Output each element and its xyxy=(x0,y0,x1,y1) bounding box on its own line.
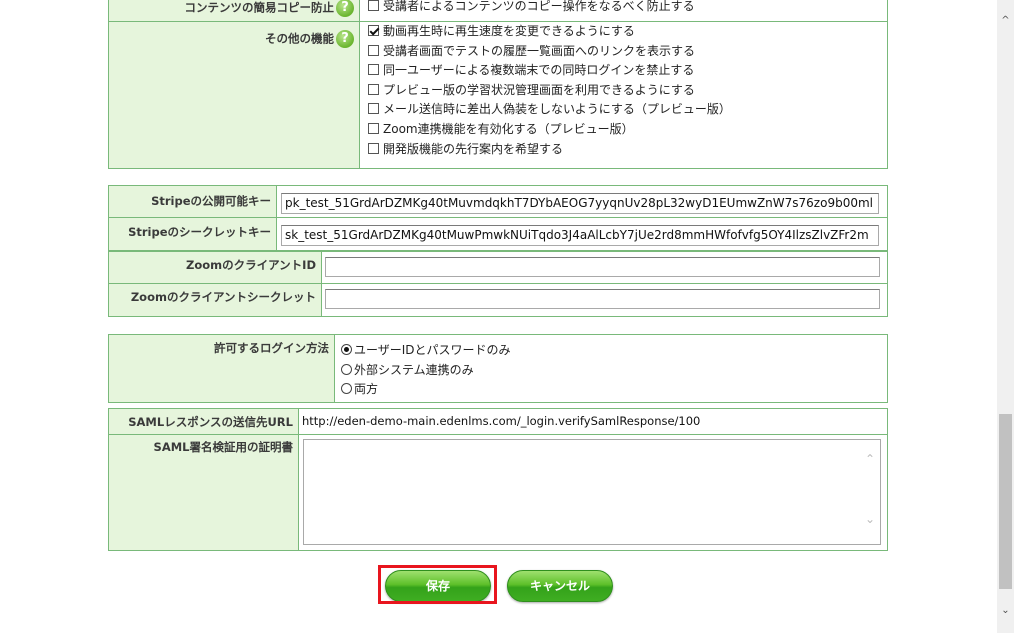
zoom-client-secret-input[interactable] xyxy=(325,289,880,309)
stripe-public-key-input[interactable]: pk_test_51GrdArDZMKg40tMuvmdqkhT7DYbAEOG… xyxy=(281,193,879,214)
saml-cert-value-cell: ⌃ ⌄ xyxy=(299,435,887,550)
feature-checkbox[interactable] xyxy=(368,103,379,115)
feature-checkbox[interactable] xyxy=(368,142,379,154)
save-button-highlight xyxy=(378,565,497,604)
feature-label: プレビュー版の学習状況管理画面を利用できるようにする xyxy=(383,82,695,97)
other-features-options: 動画再生時に再生速度を変更できるようにする受講者画面でテストの履歴一覧画面へのリ… xyxy=(360,22,887,168)
other-feature-option[interactable]: 動画再生時に再生速度を変更できるようにする xyxy=(368,22,635,41)
other-feature-option[interactable]: 開発版機能の先行案内を希望する xyxy=(368,140,563,159)
other-features-row: その他の機能? 動画再生時に再生速度を変更できるようにする受講者画面でテストの履… xyxy=(109,22,887,168)
login-method-option[interactable]: ユーザーIDとパスワードのみ xyxy=(341,341,511,360)
feature-checkbox[interactable] xyxy=(368,25,379,36)
stripe-public-label: Stripeの公開可能キー xyxy=(151,194,271,208)
stripe-public-row: Stripeの公開可能キー pk_test_51GrdArDZMKg40tMuv… xyxy=(109,186,887,217)
saml-url-label-cell: SAMLレスポンスの送信先URL xyxy=(109,409,299,434)
login-method-option-label: 外部システム連携のみ xyxy=(354,362,474,377)
zoom-client-id-row: ZoomのクライアントID xyxy=(109,252,887,283)
saml-url-value-cell: http://eden-demo-main.edenlms.com/_login… xyxy=(299,409,887,434)
feature-label: 受講者画面でテストの履歴一覧画面へのリンクを表示する xyxy=(383,43,696,58)
zoom-client-id-value-cell xyxy=(322,252,887,283)
saml-cert-label-cell: SAML署名検証用の証明書 xyxy=(109,435,299,550)
login-method-radio[interactable] xyxy=(341,363,352,375)
login-method-option-label: 両方 xyxy=(354,382,379,396)
other-feature-option[interactable]: 受講者画面でテストの履歴一覧画面へのリンクを表示する xyxy=(368,42,695,61)
page-scrollbar[interactable]: ^ ⌄ xyxy=(997,0,1014,633)
saml-cert-label: SAML署名検証用の証明書 xyxy=(153,440,293,454)
feature-label: メール送信時に差出人偽装をしないようにする（プレビュー版） xyxy=(383,102,731,117)
zoom-client-secret-row: Zoomのクライアントシークレット xyxy=(109,284,887,316)
scroll-up-arrow-icon[interactable]: ^ xyxy=(997,12,1014,29)
stripe-public-label-cell: Stripeの公開可能キー xyxy=(109,186,277,217)
stripe-public-value-cell: pk_test_51GrdArDZMKg40tMuvmdqkhT7DYbAEOG… xyxy=(277,186,887,217)
textarea-scrollbar[interactable]: ⌃ ⌄ xyxy=(863,440,880,544)
login-method-label-cell: 許可するログイン方法 xyxy=(109,335,335,402)
saml-url-value: http://eden-demo-main.edenlms.com/_login… xyxy=(302,414,701,428)
login-method-radio[interactable] xyxy=(341,383,352,394)
zoom-client-secret-label-cell: Zoomのクライアントシークレット xyxy=(109,284,322,316)
api-keys-table: Stripeの公開可能キー pk_test_51GrdArDZMKg40tMuv… xyxy=(108,185,888,317)
copy-prevent-option[interactable]: 受講者によるコンテンツのコピー操作をなるべく防止する xyxy=(368,0,695,16)
login-method-table: 許可するログイン方法 ユーザーIDとパスワードのみ 外部システム連携のみ 両方 xyxy=(108,334,888,403)
stripe-secret-value-cell: sk_test_51GrdArDZMKg40tMuwPmwkNUiTqdo3J4… xyxy=(277,218,887,250)
login-method-options: ユーザーIDとパスワードのみ 外部システム連携のみ 両方 xyxy=(335,335,887,402)
other-feature-option[interactable]: メール送信時に差出人偽装をしないようにする（プレビュー版） xyxy=(368,100,731,119)
other-features-label-cell: その他の機能? xyxy=(109,22,360,168)
feature-checkbox[interactable] xyxy=(368,64,379,76)
stripe-secret-key-input[interactable]: sk_test_51GrdArDZMKg40tMuwPmwkNUiTqdo3J4… xyxy=(281,225,879,246)
stripe-secret-label-cell: Stripeのシークレットキー xyxy=(109,218,277,250)
copy-prevent-row: コンテンツの簡易コピー防止? 受講者によるコンテンツのコピー操作をなるべく防止す… xyxy=(109,0,887,22)
saml-cert-row: SAML署名検証用の証明書 ⌃ ⌄ xyxy=(109,435,887,550)
feature-label: 開発版機能の先行案内を希望する xyxy=(383,141,564,156)
cancel-button[interactable]: キャンセル xyxy=(507,570,613,602)
other-feature-option[interactable]: Zoom連携機能を有効化する（プレビュー版） xyxy=(368,120,634,139)
copy-prevent-value-cell: 受講者によるコンテンツのコピー操作をなるべく防止する xyxy=(360,0,887,22)
login-method-option[interactable]: 両方 xyxy=(341,380,378,399)
scroll-down-arrow-icon[interactable]: ⌄ xyxy=(997,602,1014,619)
zoom-client-id-input[interactable] xyxy=(325,257,880,277)
feature-settings-table: コンテンツの簡易コピー防止? 受講者によるコンテンツのコピー操作をなるべく防止す… xyxy=(108,0,888,169)
feature-label: 動画再生時に再生速度を変更できるようにする xyxy=(383,24,635,38)
zoom-client-id-label-cell: ZoomのクライアントID xyxy=(109,252,322,283)
copy-prevent-label: コンテンツの簡易コピー防止 xyxy=(184,0,335,15)
feature-checkbox[interactable] xyxy=(368,123,379,134)
login-method-option-label: ユーザーIDとパスワードのみ xyxy=(354,343,511,357)
scroll-down-icon[interactable]: ⌄ xyxy=(865,512,875,526)
copy-prevent-option-label: 受講者によるコンテンツのコピー操作をなるべく防止する xyxy=(383,0,695,13)
login-method-option[interactable]: 外部システム連携のみ xyxy=(341,361,474,380)
other-features-label: その他の機能 xyxy=(265,31,334,46)
zoom-client-id-label: ZoomのクライアントID xyxy=(186,258,316,272)
feature-label: 同一ユーザーによる複数端末での同時ログインを禁止する xyxy=(383,63,695,78)
scrollbar-thumb[interactable] xyxy=(999,414,1012,589)
saml-url-row: SAMLレスポンスの送信先URL http://eden-demo-main.e… xyxy=(109,409,887,434)
zoom-client-secret-value-cell xyxy=(322,284,887,316)
help-icon[interactable]: ? xyxy=(336,30,354,48)
copy-prevent-checkbox[interactable] xyxy=(368,0,379,11)
saml-url-label: SAMLレスポンスの送信先URL xyxy=(128,415,293,429)
stripe-secret-label: Stripeのシークレットキー xyxy=(128,225,271,239)
other-feature-option[interactable]: 同一ユーザーによる複数端末での同時ログインを禁止する xyxy=(368,61,694,80)
login-method-label: 許可するログイン方法 xyxy=(214,341,329,355)
stripe-secret-row: Stripeのシークレットキー sk_test_51GrdArDZMKg40tM… xyxy=(109,218,887,250)
feature-checkbox[interactable] xyxy=(368,44,379,56)
feature-checkbox[interactable] xyxy=(368,83,379,95)
scroll-up-icon[interactable]: ⌃ xyxy=(865,452,875,466)
saml-settings-table: SAMLレスポンスの送信先URL http://eden-demo-main.e… xyxy=(108,408,888,551)
login-method-radio[interactable] xyxy=(341,344,352,355)
feature-label: Zoom連携機能を有効化する（プレビュー版） xyxy=(383,122,634,136)
saml-cert-textarea[interactable]: ⌃ ⌄ xyxy=(303,439,881,545)
other-feature-option[interactable]: プレビュー版の学習状況管理画面を利用できるようにする xyxy=(368,81,695,100)
copy-prevent-label-cell: コンテンツの簡易コピー防止? xyxy=(109,0,360,22)
help-icon[interactable]: ? xyxy=(336,0,354,17)
zoom-client-secret-label: Zoomのクライアントシークレット xyxy=(130,290,316,304)
